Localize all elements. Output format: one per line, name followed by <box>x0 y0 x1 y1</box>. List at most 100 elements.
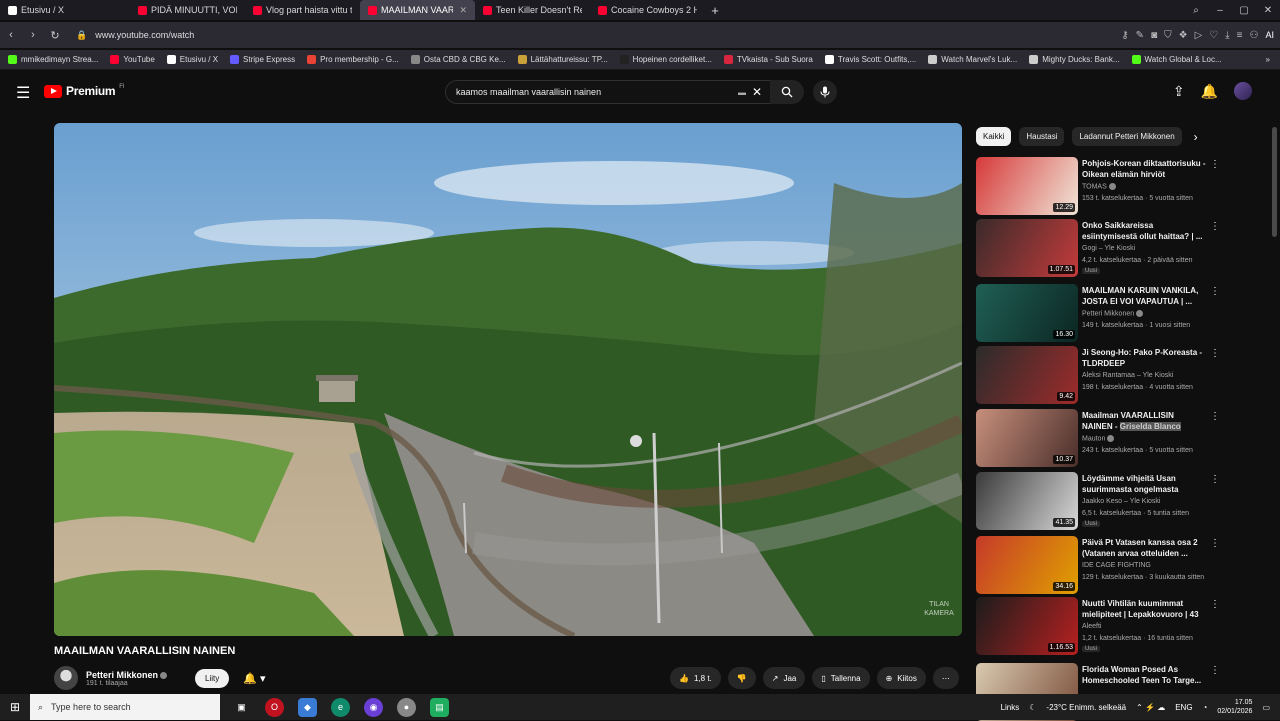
video-options-icon[interactable]: ⋮ <box>1210 665 1220 676</box>
shield-icon[interactable]: ⛉ <box>1164 30 1172 41</box>
bookmark-item[interactable]: Etusivu / X <box>166 55 218 64</box>
key-icon[interactable]: ⚷ <box>1121 30 1128 41</box>
camera-icon[interactable]: ◙ <box>1151 30 1157 41</box>
play-icon[interactable]: ▷ <box>1195 30 1203 41</box>
heart-icon[interactable]: ♡ <box>1209 30 1218 41</box>
browser-tab[interactable]: PIDÄ MINUUTTI, VOITA 20 <box>130 0 245 20</box>
bookmark-item[interactable]: Osta CBD & CBG Ke... <box>410 55 506 64</box>
notifications-bell-icon[interactable]: 🔔 <box>1201 83 1218 100</box>
more-actions-button[interactable]: ⋯ <box>932 667 959 689</box>
recommended-video[interactable]: 1.07.51 Onko Saikkareissa esiintymisestä … <box>976 219 1226 277</box>
hamburger-menu-icon[interactable]: ☰ <box>16 83 30 103</box>
video-title[interactable]: Ji Seong-Ho: Pako P-Koreasta - TLDRDEEP <box>1082 347 1206 369</box>
recommended-video[interactable]: 10.37 Maailman VAARALLISIN NAINEN - Grise… <box>976 409 1226 467</box>
video-thumbnail[interactable]: 41.35 <box>976 472 1078 530</box>
video-options-icon[interactable]: ⋮ <box>1210 348 1220 359</box>
keyboard-icon[interactable]: ▬ <box>738 88 746 97</box>
browser-tab[interactable]: Vlog part haista vittu täll <box>245 0 360 20</box>
video-title[interactable]: Löydämme vihjeitä Usan suurimmasta ongel… <box>1082 473 1206 495</box>
video-title[interactable]: Florida Woman Posed As Homeschooled Teen… <box>1082 664 1206 686</box>
channel-name[interactable]: Petteri Mikkonen <box>86 670 168 680</box>
upload-icon[interactable]: ⇪ <box>1173 83 1185 100</box>
bookmark-item[interactable]: Travis Scott: Outfits,... <box>824 55 916 64</box>
video-options-icon[interactable]: ⋮ <box>1210 159 1220 170</box>
thanks-button[interactable]: ⊕ Kiitos <box>876 667 926 689</box>
clock[interactable]: 17.05 02/01/2026 <box>1217 698 1252 716</box>
back-button[interactable]: ‹ <box>0 29 22 41</box>
search-icon[interactable]: ⌕ <box>1184 5 1208 16</box>
save-button[interactable]: ▯ Tallenna <box>812 667 870 689</box>
bookmark-item[interactable]: Watch Global & Loc... <box>1131 55 1222 64</box>
extension-icon[interactable]: ❖ <box>1179 30 1188 41</box>
bookmark-item[interactable]: Mighty Ducks: Bank... <box>1029 55 1120 64</box>
video-channel[interactable]: TOMAS <box>1082 183 1116 190</box>
bookmark-item[interactable]: Hopeinen cordelliket... <box>619 55 712 64</box>
video-channel[interactable]: IDE CAGE FIGHTING <box>1082 562 1151 569</box>
app-icon[interactable]: ● <box>397 697 416 717</box>
bookmark-item[interactable]: mmikedimayn Strea... <box>8 55 98 64</box>
search-button[interactable] <box>770 80 804 104</box>
like-button[interactable]: 👍 1,8 t. <box>670 667 721 689</box>
video-options-icon[interactable]: ⋮ <box>1210 286 1220 297</box>
video-channel[interactable]: Jaakko Keso – Yle Kioski <box>1082 498 1160 505</box>
share-button[interactable]: ↗ Jaa <box>762 667 806 689</box>
subscription-bell-button[interactable]: 🔔 ▾ <box>243 672 265 685</box>
scrollbar[interactable] <box>1272 127 1277 237</box>
recommended-video[interactable]: 34.16 Päivä Pt Vatasen kanssa osa 2 (Vata… <box>976 536 1226 594</box>
recommended-video[interactable]: 12.29 Pohjois-Korean diktaattorisuku - Oi… <box>976 157 1226 215</box>
video-channel[interactable]: Petteri Mikkonen <box>1082 310 1144 317</box>
maximize-button[interactable]: ▢ <box>1232 5 1256 16</box>
video-thumbnail[interactable]: 1.16.53 <box>976 597 1078 655</box>
minimize-button[interactable]: – <box>1208 5 1232 16</box>
browser-tab[interactable]: Etusivu / X <box>0 0 130 20</box>
browser-tab[interactable]: MAAILMAN VAARALL ✕ <box>360 0 475 20</box>
video-options-icon[interactable]: ⋮ <box>1210 538 1220 549</box>
video-title[interactable]: Onko Saikkareissa esiintymisestä ollut h… <box>1082 220 1206 242</box>
recommended-video[interactable]: 16.30 MAAILMAN KARUIN VANKILA, JOSTA EI V… <box>976 284 1226 342</box>
video-title[interactable]: Nuutti Vihtilän kuumimmat mielipiteet | … <box>1082 598 1206 620</box>
bookmark-item[interactable]: Lättähattureissu: TP... <box>517 55 608 64</box>
bookmark-item[interactable]: Stripe Express <box>230 55 295 64</box>
edit-icon[interactable]: ✎ <box>1136 30 1144 41</box>
youtube-premium-logo[interactable]: Premium FI <box>44 84 125 98</box>
join-button[interactable]: Liity <box>195 668 230 688</box>
video-title[interactable]: MAAILMAN KARUIN VANKILA, JOSTA EI VOI VA… <box>1082 285 1206 307</box>
bookmark-item[interactable]: TVkaista - Sub Suora <box>723 55 813 64</box>
url-bar[interactable]: 🔒 www.youtube.com/watch <box>70 24 990 46</box>
bookmark-item[interactable]: YouTube <box>110 55 155 64</box>
video-options-icon[interactable]: ⋮ <box>1210 474 1220 485</box>
taskbar-search[interactable]: ⌕ Type here to search <box>30 694 220 720</box>
recommended-video[interactable]: 9.42 Ji Seong-Ho: Pako P-Koreasta - TLDRD… <box>976 346 1226 404</box>
wifi-icon[interactable]: ◔ <box>1203 703 1208 712</box>
close-tab-icon[interactable]: ✕ <box>459 5 467 16</box>
video-thumbnail[interactable]: 12.29 <box>976 157 1078 215</box>
opera-icon[interactable]: O <box>265 697 284 717</box>
video-thumbnail[interactable]: 10.37 <box>976 409 1078 467</box>
chevron-right-icon[interactable]: › <box>1194 130 1198 144</box>
new-tab-button[interactable]: + <box>705 3 725 18</box>
video-channel[interactable]: Aleksi Rantamaa – Yle Kioski <box>1082 372 1173 379</box>
video-player[interactable] <box>54 123 962 636</box>
video-channel[interactable]: Gogi – Yle Kioski <box>1082 245 1135 252</box>
search-input[interactable]: kaamos maailman vaarallisin nainen ▬ ✕ <box>445 80 771 104</box>
video-thumbnail[interactable]: 1.07.51 <box>976 219 1078 277</box>
language-indicator[interactable]: ENG <box>1175 703 1192 712</box>
bookmark-item[interactable]: Pro membership - G... <box>307 55 399 64</box>
video-thumbnail[interactable]: 9.42 <box>976 346 1078 404</box>
chip-all[interactable]: Kaikki <box>976 127 1012 146</box>
video-thumbnail[interactable]: 34.16 <box>976 536 1078 594</box>
discord-icon[interactable]: ◉ <box>364 697 383 717</box>
download-icon[interactable]: ⤓ <box>1225 30 1229 41</box>
recommended-video[interactable]: Florida Woman Posed As Homeschooled Teen… <box>976 663 1226 721</box>
chip-uploaded-by[interactable]: Ladannut Petteri Mikkonen <box>1072 127 1182 146</box>
recommended-video[interactable]: 1.16.53 Nuutti Vihtilän kuumimmat mielipi… <box>976 597 1226 655</box>
task-view-icon[interactable]: ▣ <box>232 698 251 717</box>
links-toolbar[interactable]: Links <box>1001 703 1020 712</box>
active-app-icon[interactable]: ▤ <box>430 697 449 717</box>
browser-tab[interactable]: Cocaine Cowboys 2 Hust <box>590 0 705 20</box>
tray-icons[interactable]: ⌃ ⚡ ☁ <box>1136 703 1165 712</box>
edge-icon[interactable]: e <box>331 697 350 717</box>
browser-tab[interactable]: Teen Killer Doesn't Realiz <box>475 0 590 20</box>
bookmarks-overflow-icon[interactable]: » <box>1266 55 1280 64</box>
video-options-icon[interactable]: ⋮ <box>1210 599 1220 610</box>
